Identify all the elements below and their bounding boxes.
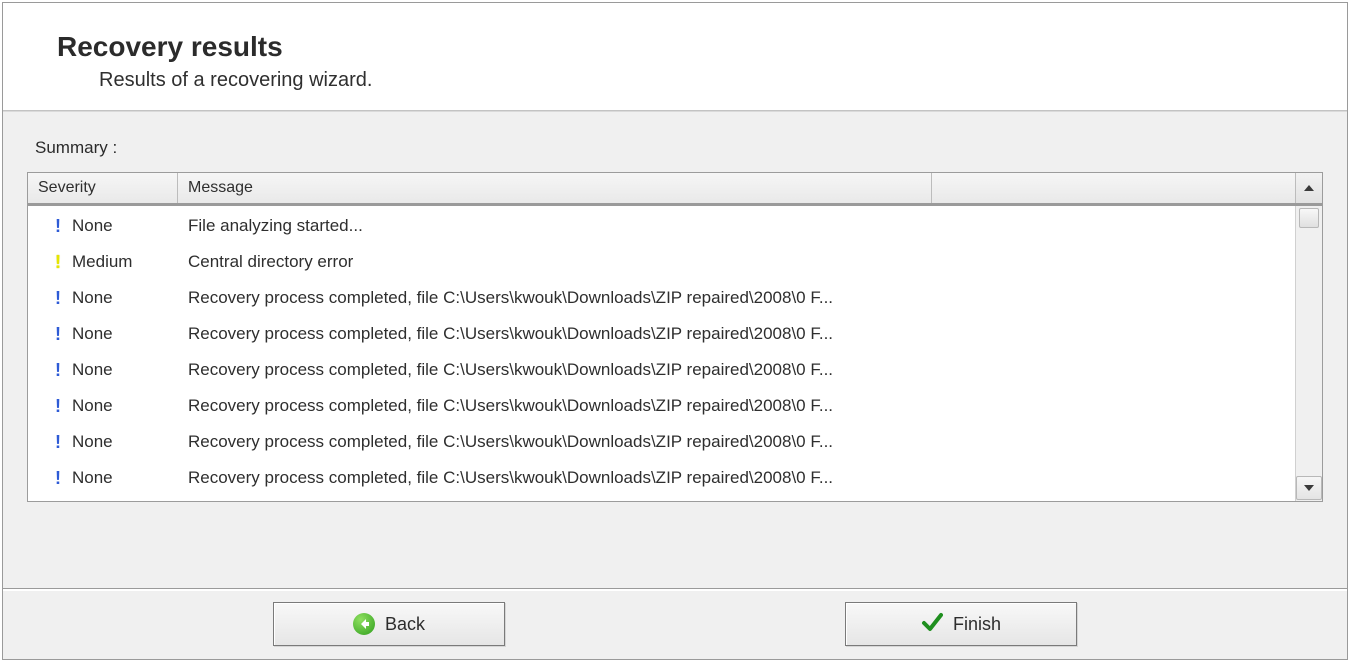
severity-text: None [72, 324, 113, 344]
column-header-message[interactable]: Message [178, 173, 932, 203]
severity-text: None [72, 288, 113, 308]
content-area: Summary : Severity Message ! None File ana… [3, 112, 1347, 588]
severity-cell: ! None [28, 288, 178, 308]
back-button[interactable]: Back [273, 602, 505, 646]
info-icon: ! [52, 397, 64, 415]
message-cell: Recovery process completed, file C:\User… [178, 396, 1295, 416]
wizard-header: Recovery results Results of a recovering… [3, 3, 1347, 110]
scroll-track[interactable] [1296, 206, 1322, 475]
severity-cell: ! None [28, 468, 178, 488]
message-cell: Recovery process completed, file C:\User… [178, 468, 1295, 488]
severity-text: None [72, 432, 113, 452]
finish-button[interactable]: Finish [845, 602, 1077, 646]
info-icon: ! [52, 469, 64, 487]
severity-cell: ! None [28, 432, 178, 452]
message-cell: Recovery process completed, file C:\User… [178, 288, 1295, 308]
severity-cell: ! None [28, 216, 178, 236]
table-row[interactable]: ! Medium Central directory error [28, 244, 1295, 280]
message-cell: File analyzing started... [178, 216, 1295, 236]
message-cell: Central directory error [178, 252, 1295, 272]
severity-cell: ! Medium [28, 252, 178, 272]
warning-icon: ! [52, 253, 64, 271]
page-title: Recovery results [57, 31, 1307, 63]
message-cell: Recovery process completed, file C:\User… [178, 324, 1295, 344]
table-row[interactable]: ! None File analyzing started... [28, 208, 1295, 244]
severity-cell: ! None [28, 324, 178, 344]
table-row[interactable]: ! None Recovery process completed, file C:… [28, 280, 1295, 316]
column-header-empty[interactable] [932, 173, 1295, 203]
scroll-down-button[interactable] [1296, 476, 1322, 500]
info-icon: ! [52, 325, 64, 343]
back-arrow-icon [353, 613, 375, 635]
wizard-footer: Back Finish [3, 588, 1347, 659]
info-icon: ! [52, 433, 64, 451]
scroll-thumb[interactable] [1299, 208, 1319, 228]
table-rows-container: ! None File analyzing started...! Medium Cen… [28, 206, 1295, 501]
info-icon: ! [52, 217, 64, 235]
column-header-severity[interactable]: Severity [28, 173, 178, 203]
severity-text: None [72, 360, 113, 380]
back-button-label: Back [385, 614, 425, 635]
check-icon [921, 611, 943, 638]
severity-text: None [72, 468, 113, 488]
severity-text: None [72, 396, 113, 416]
severity-cell: ! None [28, 396, 178, 416]
page-subtitle: Results of a recovering wizard. [99, 69, 1307, 92]
chevron-up-icon [1304, 184, 1314, 192]
severity-text: None [72, 216, 113, 236]
severity-cell: ! None [28, 360, 178, 380]
chevron-down-icon [1304, 484, 1314, 492]
table-row[interactable]: ! None Recovery process completed, file C:… [28, 352, 1295, 388]
table-row[interactable]: ! None Recovery process completed, file C:… [28, 388, 1295, 424]
info-icon: ! [52, 361, 64, 379]
scroll-up-button[interactable] [1295, 173, 1322, 203]
message-cell: Recovery process completed, file C:\User… [178, 432, 1295, 452]
message-cell: Recovery process completed, file C:\User… [178, 360, 1295, 380]
table-row[interactable]: ! None Recovery process completed, file C:… [28, 460, 1295, 496]
table-row[interactable]: ! None Recovery process completed, file C:… [28, 424, 1295, 460]
table-body-wrap: ! None File analyzing started...! Medium Cen… [28, 206, 1322, 501]
table-row[interactable]: ! None Recovery process completed, file C:… [28, 316, 1295, 352]
info-icon: ! [52, 289, 64, 307]
finish-button-label: Finish [953, 614, 1001, 635]
vertical-scrollbar[interactable] [1295, 206, 1322, 501]
summary-label: Summary : [35, 138, 1323, 158]
results-table: Severity Message ! None File analyzing sta… [27, 172, 1323, 502]
table-header: Severity Message [28, 173, 1322, 206]
wizard-window: Recovery results Results of a recovering… [2, 2, 1348, 660]
severity-text: Medium [72, 252, 132, 272]
